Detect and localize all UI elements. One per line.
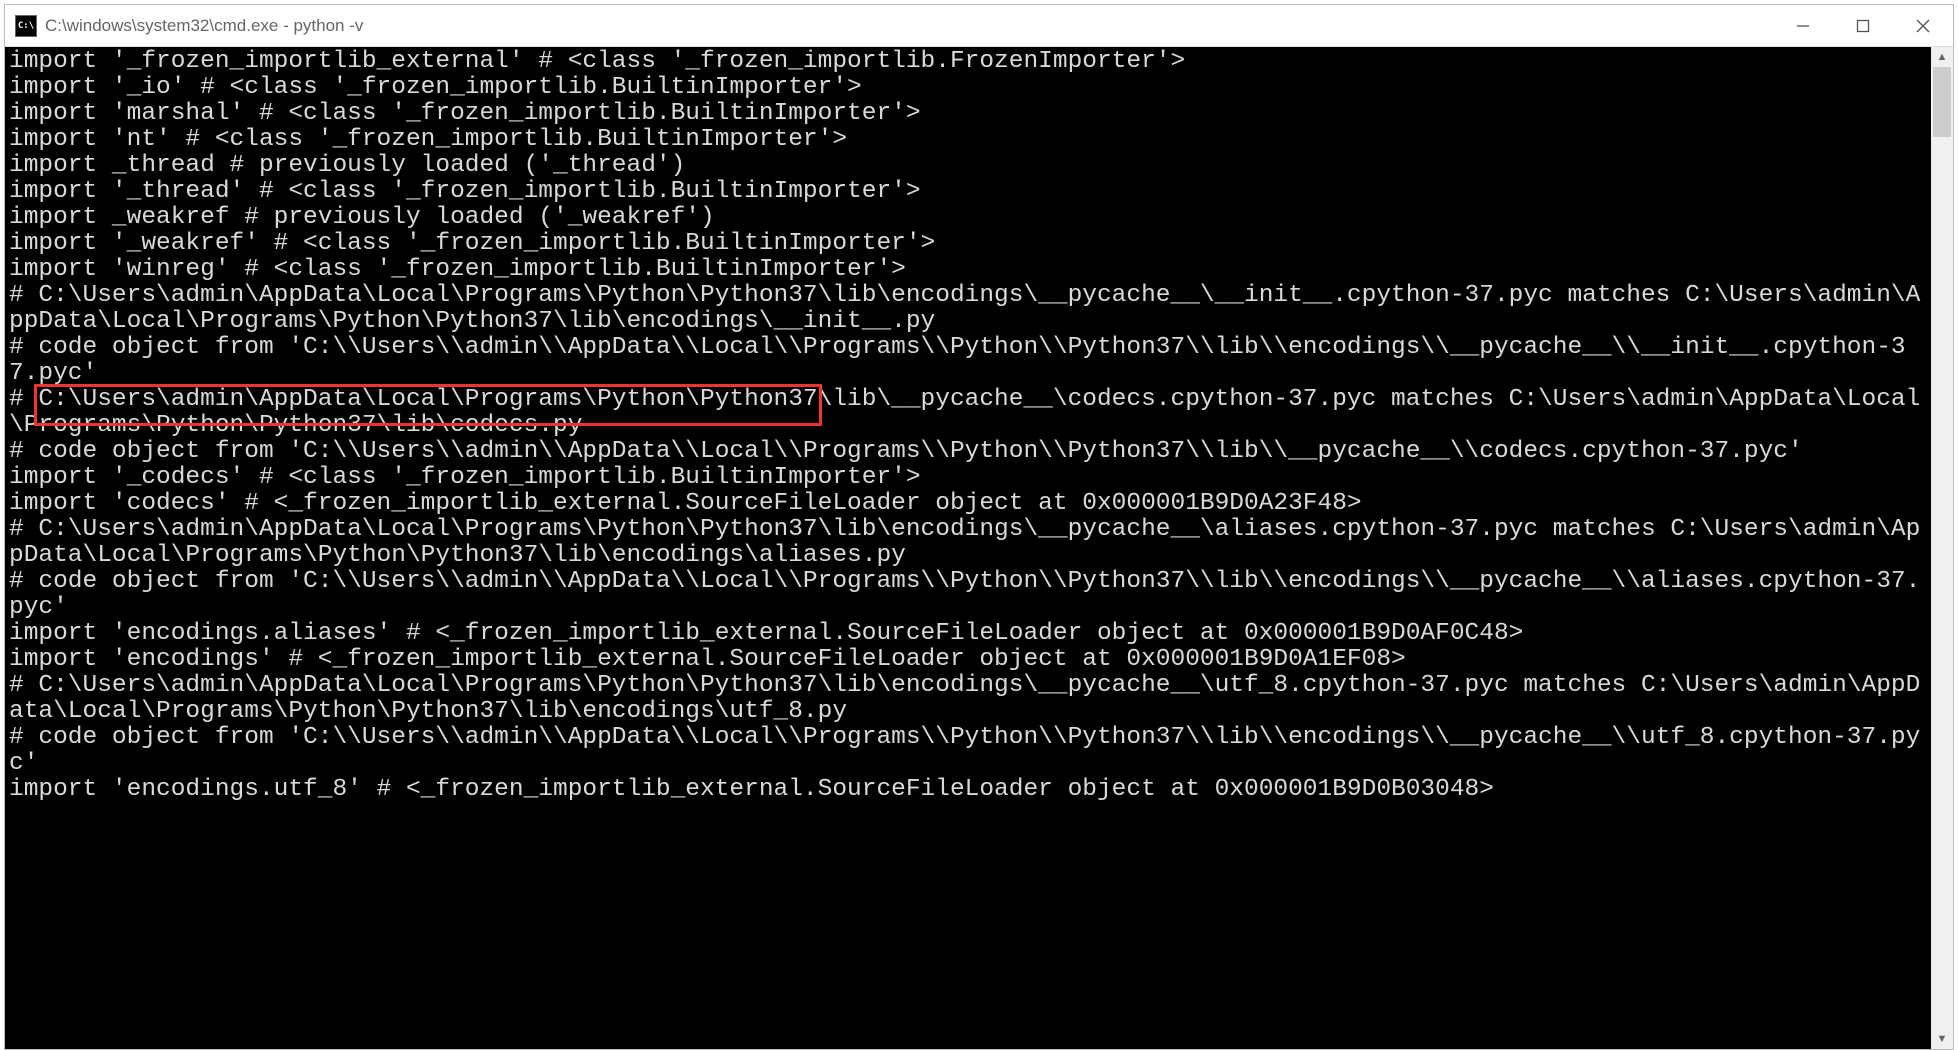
maximize-button[interactable] [1833,5,1893,46]
terminal-area: import '_frozen_importlib_external' # <c… [5,47,1953,1049]
scroll-down-arrow[interactable]: ▼ [1931,1029,1953,1049]
titlebar[interactable]: C:\ C:\windows\system32\cmd.exe - python… [5,5,1953,47]
cmd-window: C:\ C:\windows\system32\cmd.exe - python… [4,4,1954,1050]
window-title: C:\windows\system32\cmd.exe - python -v [45,16,1773,36]
window-controls [1773,5,1953,46]
cmd-icon: C:\ [15,15,37,37]
minimize-button[interactable] [1773,5,1833,46]
scroll-thumb[interactable] [1933,67,1951,137]
terminal-output[interactable]: import '_frozen_importlib_external' # <c… [5,47,1931,1049]
close-button[interactable] [1893,5,1953,46]
scroll-up-arrow[interactable]: ▲ [1931,47,1953,67]
vertical-scrollbar[interactable]: ▲ ▼ [1931,47,1953,1049]
